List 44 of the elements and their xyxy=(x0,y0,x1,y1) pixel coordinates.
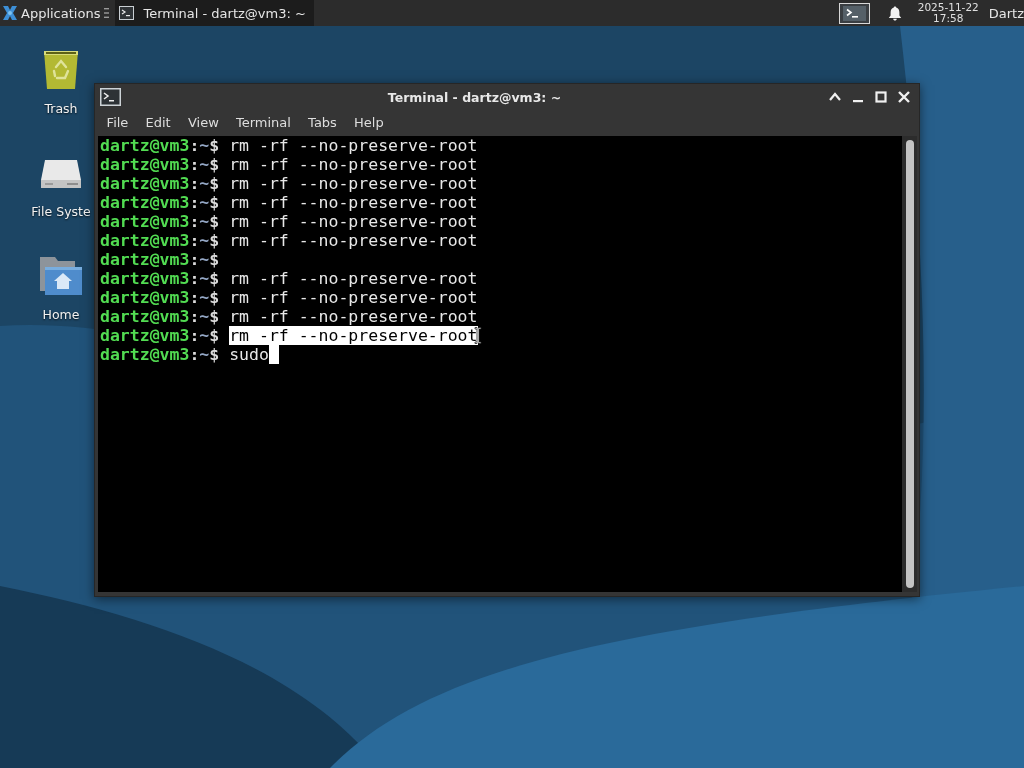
command-text: rm -rf --no-preserve-root xyxy=(229,212,478,231)
prompt-text: dartz@vm3:~$ xyxy=(100,212,220,231)
desktop-shortcut[interactable]: Home xyxy=(37,248,85,322)
menu-item[interactable]: Edit xyxy=(136,112,180,132)
command-text: rm -rf --no-preserve-root xyxy=(229,155,478,174)
menu-item[interactable]: Help xyxy=(345,112,393,132)
command-text: rm -rf --no-preserve-root xyxy=(229,269,478,288)
prompt-text: dartz@vm3:~$ xyxy=(100,288,220,307)
menu-logo-icon xyxy=(2,5,18,21)
selected-command-text: rm -rf --no-preserve-root xyxy=(229,326,478,345)
grip-icon xyxy=(104,7,110,19)
window-title: Terminal - dartz@vm3: ~ xyxy=(386,89,563,105)
bell-icon[interactable] xyxy=(887,5,902,21)
command-text: sudo xyxy=(229,345,269,364)
command-text: rm -rf --no-preserve-root xyxy=(229,193,478,212)
command-text: rm -rf --no-preserve-root xyxy=(229,136,478,155)
prompt-text: dartz@vm3:~$ xyxy=(100,326,220,345)
prompt-text: dartz@vm3:~$ xyxy=(100,231,220,250)
menu-item[interactable]: Terminal xyxy=(227,112,300,132)
prompt-text: dartz@vm3:~$ xyxy=(100,155,220,174)
prompt-text: dartz@vm3:~$ xyxy=(100,250,220,269)
terminal-icon[interactable] xyxy=(838,2,870,24)
terminal-icon[interactable] xyxy=(100,88,121,106)
command-text: rm -rf --no-preserve-root xyxy=(229,174,478,193)
clock-date: 2025-11-22 xyxy=(917,2,979,13)
clock-time: 17:58 xyxy=(933,13,964,24)
prompt-text: dartz@vm3:~$ xyxy=(100,345,220,364)
taskbar-window-button[interactable]: Terminal - dartz@vm3: ~ xyxy=(115,0,314,26)
menu-item[interactable]: File xyxy=(98,112,137,132)
command-text: rm -rf --no-preserve-root xyxy=(229,231,478,250)
applications-menu-button[interactable]: Applications xyxy=(0,0,103,26)
prompt-text: dartz@vm3:~$ xyxy=(100,307,220,326)
command-text: rm -rf --no-preserve-root xyxy=(229,288,478,307)
prompt-text: dartz@vm3:~$ xyxy=(100,174,220,193)
prompt-text: dartz@vm3:~$ xyxy=(100,193,220,212)
prompt-text: dartz@vm3:~$ xyxy=(100,269,220,288)
command-text: rm -rf --no-preserve-root xyxy=(229,307,478,326)
desktop-shortcut[interactable]: File Syste xyxy=(31,145,91,219)
prompt-text: dartz@vm3:~$ xyxy=(100,136,220,155)
menu-item[interactable]: Tabs xyxy=(299,112,346,132)
terminal-icon xyxy=(119,6,135,20)
desktop-shortcut[interactable]: Trash xyxy=(37,42,85,116)
menu-item[interactable]: View xyxy=(179,112,228,132)
user-name[interactable]: Dartz xyxy=(988,5,1024,21)
